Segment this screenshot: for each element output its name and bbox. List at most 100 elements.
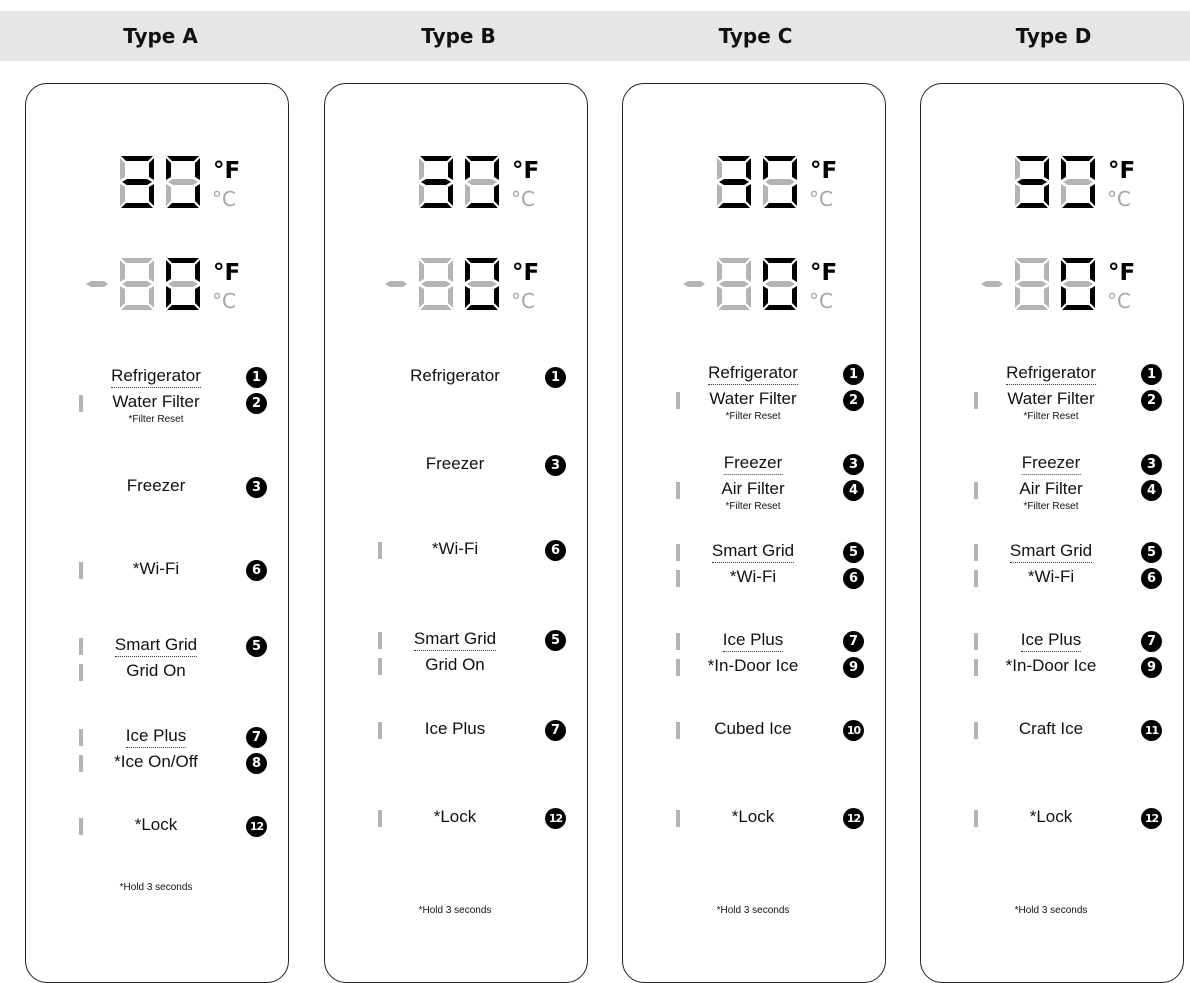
unit-f-label: °F: [1108, 158, 1135, 184]
segment-g: [122, 179, 152, 185]
button-label-gridon[interactable]: Grid On: [126, 661, 186, 681]
button-label-refrigerator[interactable]: Refrigerator: [1006, 363, 1096, 385]
button-label-smartgrid[interactable]: Smart Grid: [114, 635, 198, 657]
button-label-smartgrid[interactable]: Smart Grid: [413, 629, 497, 651]
callout-number: 6: [843, 568, 864, 589]
segment-b: [1044, 260, 1049, 282]
indicator-bar: [974, 659, 978, 676]
callout-number: 12: [545, 808, 566, 829]
segment-g: [467, 281, 497, 287]
button-label-waterfilter[interactable]: Water Filter: [1007, 389, 1094, 409]
segment-a: [121, 156, 153, 161]
callout-number: 3: [246, 477, 267, 498]
segment-b: [792, 260, 797, 282]
button-label-lock[interactable]: *Lock: [732, 807, 775, 827]
filter-reset-note: *Filter Reset: [128, 414, 184, 425]
segment-c: [792, 286, 797, 308]
unit-f-label: °F: [512, 158, 539, 184]
button-label-indoorice[interactable]: *In-Door Ice: [708, 656, 799, 676]
segment-a: [420, 156, 452, 161]
button-label-refrigerator[interactable]: Refrigerator: [410, 366, 500, 386]
unit-f-label: °F: [810, 260, 837, 286]
button-label-iceonoff[interactable]: *Ice On/Off: [114, 752, 198, 772]
button-label-lock[interactable]: *Lock: [135, 815, 178, 835]
callout-number: 1: [545, 367, 566, 388]
segment-g: [168, 281, 198, 287]
segment-c: [195, 184, 200, 206]
segment-e: [419, 286, 424, 308]
indicator-bar: [378, 542, 382, 559]
unit-f-label: °F: [810, 158, 837, 184]
segment-d: [167, 305, 199, 310]
segment-e: [166, 184, 171, 206]
indicator-bar: [378, 658, 382, 675]
button-label-gridon[interactable]: Grid On: [425, 655, 485, 675]
segment-d: [1016, 203, 1048, 208]
segment-g: [765, 281, 795, 287]
segment-a: [764, 258, 796, 263]
button-label-waterfilter[interactable]: Water Filter: [112, 392, 199, 412]
callout-number: 12: [1141, 808, 1162, 829]
button-label-airfilter[interactable]: Air Filter: [721, 479, 784, 499]
button-label-wifi[interactable]: *Wi-Fi: [432, 539, 478, 559]
button-label-freezer[interactable]: Freezer: [426, 454, 485, 474]
hold-3-seconds-note: *Hold 3 seconds: [418, 905, 492, 916]
button-label-iceplus[interactable]: Ice Plus: [722, 630, 784, 652]
temperature-display: °F °C °F °C: [683, 156, 837, 313]
segment-a: [1016, 258, 1048, 263]
temperature-display: °F °C °F °C: [86, 156, 240, 313]
button-label-airfilter[interactable]: Air Filter: [1019, 479, 1082, 499]
segment-g: [719, 281, 749, 287]
button-label-wifi[interactable]: *Wi-Fi: [133, 559, 179, 579]
button-label-refrigerator[interactable]: Refrigerator: [111, 366, 201, 388]
button-label-iceplus[interactable]: Ice Plus: [1020, 630, 1082, 652]
button-label-smartgrid[interactable]: Smart Grid: [711, 541, 795, 563]
segment-d: [466, 203, 498, 208]
segment-a: [167, 156, 199, 161]
segment-b: [448, 158, 453, 180]
segment-g: [168, 179, 198, 185]
segment-a: [466, 258, 498, 263]
segment-e: [465, 286, 470, 308]
indicator-bar: [79, 562, 83, 579]
minus-segment: [385, 281, 407, 287]
indicator-bar: [974, 544, 978, 561]
segment-g: [719, 179, 749, 185]
column-title: Type D: [1015, 24, 1092, 48]
callout-number: 10: [843, 720, 864, 741]
button-label-cubedice[interactable]: Cubed Ice: [714, 719, 792, 739]
column-title: Type A: [123, 24, 198, 48]
button-label-smartgrid[interactable]: Smart Grid: [1009, 541, 1093, 563]
indicator-bar: [974, 392, 978, 409]
button-label-freezer[interactable]: Freezer: [127, 476, 186, 496]
button-label-indoorice[interactable]: *In-Door Ice: [1006, 656, 1097, 676]
segment-f: [717, 158, 722, 180]
minus-segment: [86, 281, 108, 287]
button-label-craftice[interactable]: Craft Ice: [1019, 719, 1083, 739]
button-label-iceplus[interactable]: Ice Plus: [425, 719, 485, 739]
callout-number: 5: [843, 542, 864, 563]
button-label-lock[interactable]: *Lock: [434, 807, 477, 827]
unit-f-label: °F: [1108, 260, 1135, 286]
indicator-bar: [79, 755, 83, 772]
segment-d: [764, 203, 796, 208]
segment-g: [1017, 179, 1047, 185]
button-label-wifi[interactable]: *Wi-Fi: [1028, 567, 1074, 587]
button-label-waterfilter[interactable]: Water Filter: [709, 389, 796, 409]
indicator-bar: [974, 482, 978, 499]
segment-c: [448, 286, 453, 308]
segment-c: [149, 286, 154, 308]
segment-e: [120, 184, 125, 206]
button-label-iceplus[interactable]: Ice Plus: [125, 726, 187, 748]
unit-c-label: °C: [212, 187, 236, 211]
button-label-freezer[interactable]: Freezer: [723, 453, 783, 475]
segment-g: [467, 179, 497, 185]
callout-number: 5: [1141, 542, 1162, 563]
hold-3-seconds-note: *Hold 3 seconds: [1014, 905, 1088, 916]
control-panel-type-a: °F °C °F °C Refrigerator 1 Water Filter *Filter…: [25, 83, 289, 983]
segment-c: [195, 286, 200, 308]
button-label-lock[interactable]: *Lock: [1030, 807, 1073, 827]
button-label-refrigerator[interactable]: Refrigerator: [708, 363, 798, 385]
button-label-freezer[interactable]: Freezer: [1021, 453, 1081, 475]
button-label-wifi[interactable]: *Wi-Fi: [730, 567, 776, 587]
